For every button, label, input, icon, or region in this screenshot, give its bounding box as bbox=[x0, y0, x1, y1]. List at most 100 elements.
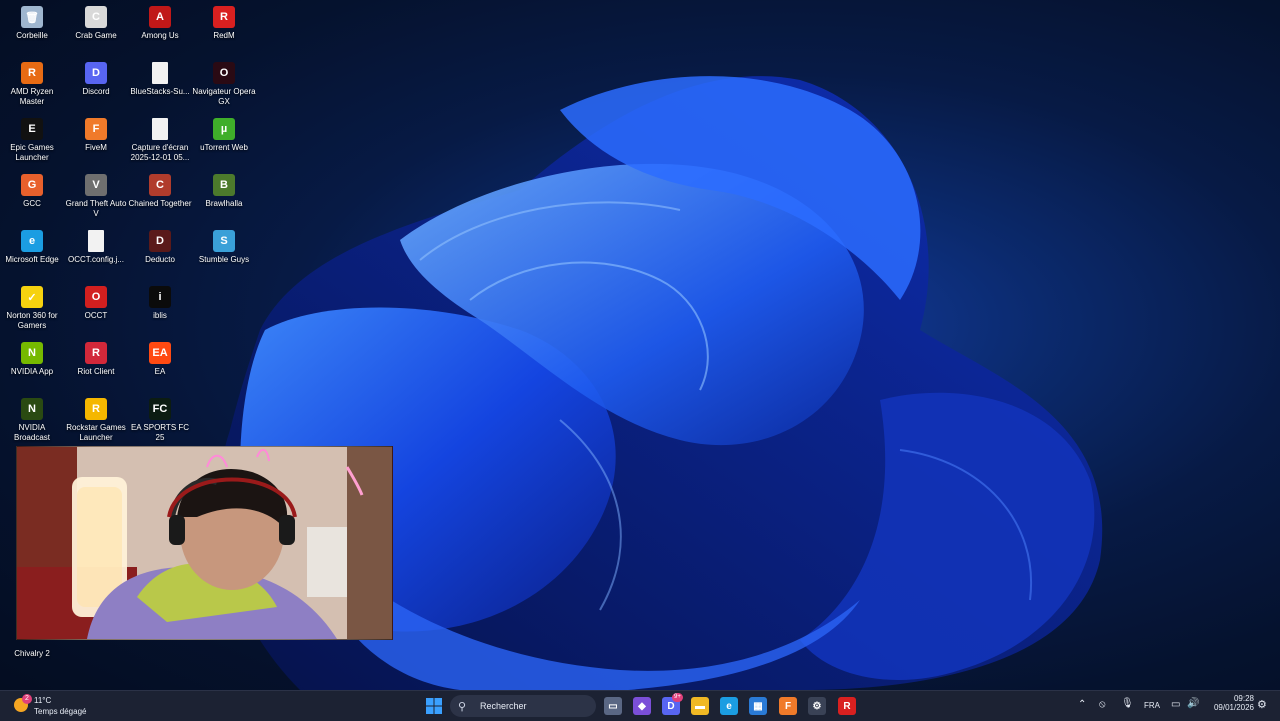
desktop-icon-chained-together[interactable]: C Chained Together bbox=[128, 170, 192, 226]
search-box[interactable]: ⚲ Rechercher bbox=[450, 695, 596, 717]
fivem-taskbar-icon[interactable]: F bbox=[779, 697, 797, 715]
clock[interactable]: 09:28 09/01/2026 bbox=[1206, 694, 1254, 718]
desktop-icon-label: Discord bbox=[82, 87, 110, 96]
desktop-icon-screenshot-file[interactable]: Capture d'écran 2025-12-01 05... bbox=[128, 114, 192, 170]
file-icon bbox=[88, 230, 104, 252]
display-icon[interactable]: ▭ bbox=[1171, 699, 1180, 710]
desktop-icon-file[interactable]: BlueStacks-Su... bbox=[128, 58, 192, 114]
desktop-icon-recycle-bin[interactable]: 🗑 Corbeille bbox=[0, 2, 64, 58]
desktop-icon-occt[interactable]: O OCCT bbox=[64, 282, 128, 338]
desktop-icon-label: Deducto bbox=[145, 255, 175, 264]
ea-icon: EA bbox=[149, 342, 171, 364]
deducto-icon: D bbox=[149, 230, 171, 252]
desktop-icon-label: iblis bbox=[153, 311, 167, 320]
microsoft-store-icon[interactable]: ▦ bbox=[749, 697, 767, 715]
desktop-icon-stumble-guys[interactable]: S Stumble Guys bbox=[192, 226, 256, 282]
clock-time: 09:28 bbox=[1233, 694, 1254, 703]
nvidia-app-icon: N bbox=[21, 342, 43, 364]
weather-widget[interactable]: 2 11°C Temps dégagé bbox=[12, 694, 102, 718]
desktop-icon-edge[interactable]: e Microsoft Edge bbox=[0, 226, 64, 282]
desktop-icon-label: OCCT bbox=[84, 311, 108, 320]
desktop-icon-fivem[interactable]: F FiveM bbox=[64, 114, 128, 170]
fivem-icon: F bbox=[85, 118, 107, 140]
task-view-icon[interactable]: ▭ bbox=[604, 697, 622, 715]
desktop-icon-brawlhalla[interactable]: B Brawlhalla bbox=[192, 170, 256, 226]
desktop-icon-iblis[interactable]: i iblis bbox=[128, 282, 192, 338]
amd-ryzen-master-icon: R bbox=[21, 62, 43, 84]
clock-date: 09/01/2026 bbox=[1213, 703, 1254, 712]
redm-taskbar-icon[interactable]: R bbox=[838, 697, 856, 715]
desktop-icon-rockstar[interactable]: R Rockstar Games Launcher bbox=[64, 394, 128, 450]
desktop-icon-label: Crab Game bbox=[75, 31, 117, 40]
network-status-icon[interactable]: ⦸ bbox=[1099, 699, 1106, 710]
screenshot-file-icon bbox=[152, 118, 168, 140]
desktop-icon-utorrent[interactable]: µ uTorrent Web bbox=[192, 114, 256, 170]
recycle-bin-icon: 🗑 bbox=[21, 6, 43, 28]
desktop-icon-riot-client[interactable]: R Riot Client bbox=[64, 338, 128, 394]
gta-v-icon: V bbox=[85, 174, 107, 196]
search-placeholder: Rechercher bbox=[480, 701, 527, 711]
desktop-icon-among-us[interactable]: A Among Us bbox=[128, 2, 192, 58]
opera-gx-icon: O bbox=[213, 62, 235, 84]
weather-badge: 2 bbox=[22, 694, 32, 704]
desktop-icon-label: RedM bbox=[213, 31, 235, 40]
file-icon bbox=[152, 62, 168, 84]
desktop-icon-label: Microsoft Edge bbox=[5, 255, 59, 264]
desktop-icon-label: Epic Games Launcher bbox=[10, 143, 54, 162]
desktop-icon-deducto[interactable]: D Deducto bbox=[128, 226, 192, 282]
stumble-guys-icon: S bbox=[213, 230, 235, 252]
weather-condition: Temps dégagé bbox=[34, 707, 87, 716]
brawlhalla-icon: B bbox=[213, 174, 235, 196]
desktop-icon-discord[interactable]: D Discord bbox=[64, 58, 128, 114]
desktop-icon-crab-game[interactable]: C Crab Game bbox=[64, 2, 128, 58]
volume-icon[interactable]: 🔊 bbox=[1187, 698, 1199, 709]
discord-icon: D bbox=[85, 62, 107, 84]
redm-icon: R bbox=[213, 6, 235, 28]
desktop-icon-label: Grand Theft Auto V bbox=[65, 199, 127, 218]
desktop-icon-label: BlueStacks-Su... bbox=[130, 87, 190, 96]
steam-taskbar-icon[interactable]: ⚙ bbox=[808, 697, 826, 715]
desktop-icon-label: uTorrent Web bbox=[200, 143, 248, 152]
desktop-icon-label: FiveM bbox=[85, 143, 107, 152]
riot-client-icon: R bbox=[85, 342, 107, 364]
desktop-icon-norton[interactable]: ✓ Norton 360 for Gamers bbox=[0, 282, 64, 338]
desktop-icon-file[interactable]: OCCT.config.j... bbox=[64, 226, 128, 282]
epic-games-icon: E bbox=[21, 118, 43, 140]
file-explorer-icon[interactable]: ▬ bbox=[691, 697, 709, 715]
desktop-icon-label: Among Us bbox=[141, 31, 179, 40]
desktop-icon-label: Capture d'écran 2025-12-01 05... bbox=[130, 143, 190, 162]
desktop-icon-opera-gx[interactable]: O Navigateur Opera GX bbox=[192, 58, 256, 114]
norton-icon: ✓ bbox=[21, 286, 43, 308]
show-hidden-icons-chevron-icon[interactable]: ⌃ bbox=[1078, 699, 1086, 710]
notification-badge: 9+ bbox=[672, 693, 683, 702]
language-indicator[interactable]: FRA bbox=[1144, 701, 1160, 710]
desktop-icon-label: Brawlhalla bbox=[205, 199, 243, 208]
desktop-icon-label: Chained Together bbox=[128, 199, 192, 208]
desktop-icon-label: OCCT.config.j... bbox=[67, 255, 124, 264]
desktop-icon-amd-ryzen-master[interactable]: R AMD Ryzen Master bbox=[0, 58, 64, 114]
windows-logo-icon bbox=[426, 698, 442, 714]
gcc-icon: G bbox=[21, 174, 43, 196]
nvidia-broadcast-icon: N bbox=[21, 398, 43, 420]
rockstar-icon: R bbox=[85, 398, 107, 420]
occt-icon: O bbox=[85, 286, 107, 308]
desktop-icon-label: Norton 360 for Gamers bbox=[6, 311, 58, 330]
crab-game-icon: C bbox=[85, 6, 107, 28]
desktop-icon-epic-games[interactable]: E Epic Games Launcher bbox=[0, 114, 64, 170]
start-button[interactable] bbox=[425, 697, 443, 715]
microphone-icon[interactable]: 🎙 bbox=[1121, 698, 1134, 709]
desktop-icon-ea[interactable]: EA EA bbox=[128, 338, 192, 394]
edge-taskbar-icon[interactable]: e bbox=[720, 697, 738, 715]
desktop-icon-ea-fc25[interactable]: FC EA SPORTS FC 25 bbox=[128, 394, 192, 450]
search-icon: ⚲ bbox=[458, 699, 467, 713]
copilot-icon[interactable]: ◆ bbox=[633, 697, 651, 715]
desktop-icon-label: Chivalry 2 bbox=[14, 649, 50, 658]
desktop-icon-gta-v[interactable]: V Grand Theft Auto V bbox=[64, 170, 128, 226]
desktop-icon-gcc[interactable]: G GCC bbox=[0, 170, 64, 226]
among-us-icon: A bbox=[149, 6, 171, 28]
desktop-icon-redm[interactable]: R RedM bbox=[192, 2, 256, 58]
desktop-icon-label: EA SPORTS FC 25 bbox=[130, 423, 190, 442]
desktop-icon-nvidia-broadcast[interactable]: N NVIDIA Broadcast bbox=[0, 394, 64, 450]
desktop-icon-nvidia-app[interactable]: N NVIDIA App bbox=[0, 338, 64, 394]
notification-bell-icon[interactable]: ⚙ bbox=[1257, 698, 1267, 711]
